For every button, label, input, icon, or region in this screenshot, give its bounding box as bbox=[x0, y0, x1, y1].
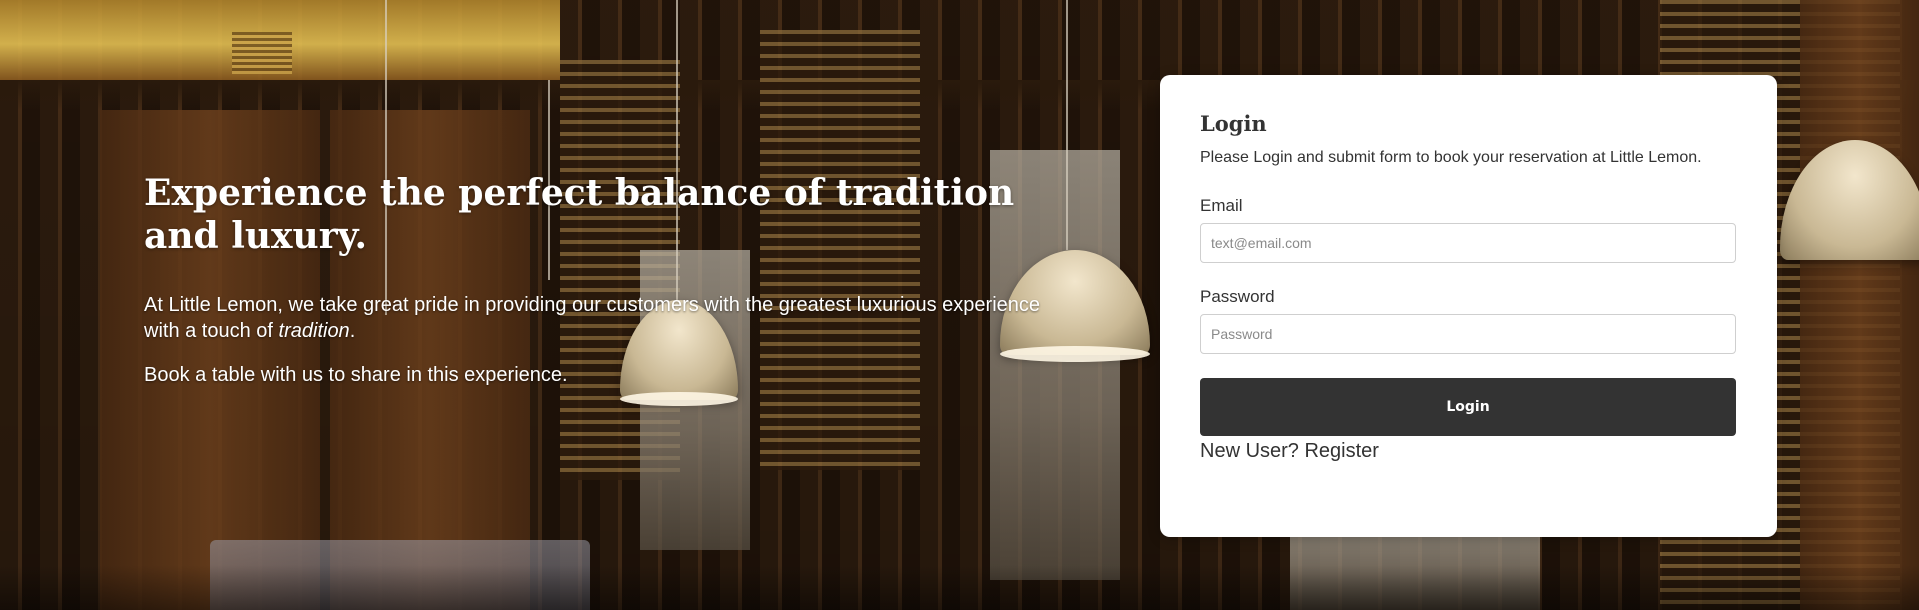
login-title: Login bbox=[1200, 111, 1267, 136]
hero-intro: Experience the perfect balance of tradit… bbox=[144, 172, 1054, 406]
email-label: Email bbox=[1200, 196, 1243, 215]
hero-cta-text: Book a table with us to share in this ex… bbox=[144, 364, 568, 386]
hero-headline: Experience the perfect balance of tradit… bbox=[144, 172, 1015, 257]
register-link[interactable]: New User? Register bbox=[1200, 440, 1379, 462]
dining-area-shadow bbox=[0, 565, 1919, 610]
hero-description-end: . bbox=[349, 320, 356, 342]
email-field[interactable] bbox=[1200, 223, 1736, 263]
login-card: Login Please Login and submit form to bo… bbox=[1160, 75, 1777, 537]
login-subtitle: Please Login and submit form to book you… bbox=[1200, 149, 1702, 166]
password-label: Password bbox=[1200, 287, 1275, 306]
hero-section: Experience the perfect balance of tradit… bbox=[0, 0, 1919, 610]
login-button[interactable]: Login bbox=[1200, 378, 1736, 436]
ceiling-vent bbox=[232, 32, 292, 74]
hero-description-emphasis: tradition bbox=[278, 320, 350, 342]
lamp-cord bbox=[1066, 0, 1068, 250]
password-field[interactable] bbox=[1200, 314, 1736, 354]
hero-description: At Little Lemon, we take great pride in … bbox=[144, 292, 1044, 344]
wood-panel bbox=[1800, 0, 1919, 610]
